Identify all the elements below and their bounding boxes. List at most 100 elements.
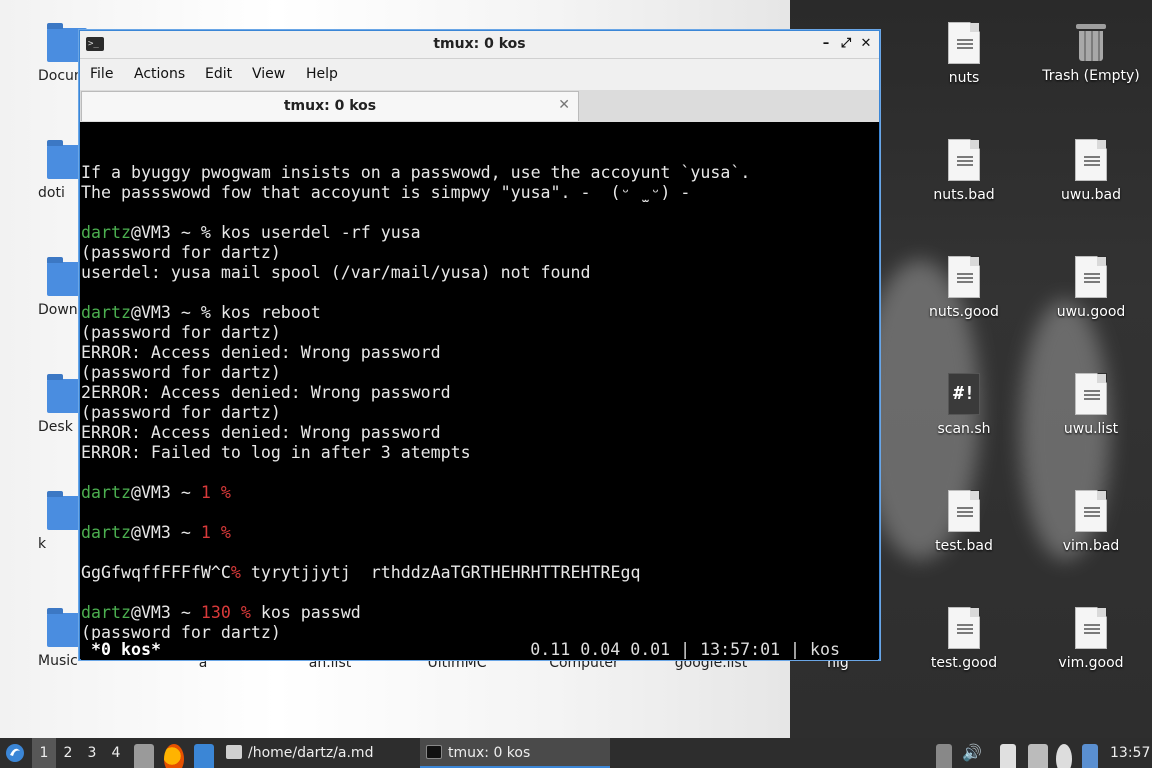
document-icon: [948, 139, 980, 181]
notification-icon[interactable]: [1082, 744, 1098, 768]
terminal-text: ERROR: Access denied: Wrong password: [81, 343, 441, 362]
terminal-text: tyrytjjytj rthddzAaTGRTHEHRHTTREHTREgq: [240, 563, 641, 582]
task-tmux[interactable]: tmux: 0 kos: [420, 738, 610, 768]
terminal-text: (password for dartz): [81, 403, 281, 422]
tab-title: tmux: 0 kos: [283, 98, 377, 114]
minimize-button[interactable]: –: [818, 36, 834, 52]
terminal-text: @VM3 ~: [130, 523, 201, 542]
terminal-line: dartz@VM3 ~ 1 %: [81, 523, 878, 543]
tmux-window-list[interactable]: *0 kos*: [91, 640, 161, 660]
file-manager-icon[interactable]: [134, 744, 154, 768]
taskbar: 1 2 3 4 /home/dartz/a.md tmux: 0 kos 🔊 1…: [0, 738, 1152, 768]
terminal-text: @VM3 ~ % kos userdel -rf yusa: [130, 223, 421, 242]
maximize-button[interactable]: ⤢: [838, 36, 854, 52]
clock[interactable]: 13:57: [1110, 738, 1150, 768]
window-titlebar[interactable]: >_ tmux: 0 kos – ⤢ ✕: [80, 31, 879, 59]
eject-icon[interactable]: [936, 744, 952, 768]
terminal-text: 1 %: [200, 483, 231, 502]
desktop-icon-uwu-list[interactable]: uwu.list: [1036, 373, 1146, 437]
document-icon: [1075, 256, 1107, 298]
task-a-md[interactable]: /home/dartz/a.md: [220, 738, 416, 768]
close-button[interactable]: ✕: [858, 36, 874, 52]
tmux-status-right: 0.11 0.04 0.01 | 13:57:01 | kos: [530, 640, 840, 659]
desktop-icon-trash-empty[interactable]: Trash (Empty): [1036, 22, 1146, 84]
menu-file[interactable]: File: [90, 66, 113, 82]
desktop-icon-label: uwu.good: [1056, 304, 1126, 320]
terminal-line: dartz@VM3 ~ 130 % kos passwd: [81, 603, 878, 623]
volume-icon[interactable]: 🔊: [962, 738, 982, 768]
desktop-icon-label: uwu.bad: [1061, 187, 1121, 203]
desktop-icon-uwu-bad[interactable]: uwu.bad: [1036, 139, 1146, 203]
clipboard-icon[interactable]: [1000, 744, 1016, 768]
document-icon: [948, 607, 980, 649]
start-menu-icon[interactable]: [5, 743, 25, 763]
desktop-icon-label: nuts.good: [929, 304, 999, 320]
show-desktop-icon[interactable]: [194, 744, 214, 768]
desktop-icon-nuts-good[interactable]: nuts.good: [909, 256, 1019, 320]
terminal-line: ERROR: Access denied: Wrong password: [81, 423, 878, 443]
tab-close-icon[interactable]: ✕: [558, 97, 570, 113]
workspace-4[interactable]: 4: [104, 738, 128, 768]
terminal-window[interactable]: >_ tmux: 0 kos – ⤢ ✕ File Actions Edit V…: [79, 30, 880, 660]
terminal-line: userdel: yusa mail spool (/var/mail/yusa…: [81, 263, 878, 283]
terminal-text: dartz: [81, 303, 131, 322]
menu-view[interactable]: View: [252, 66, 285, 82]
terminal-icon: [426, 745, 442, 759]
terminal-text: If a byuggy pwogwam insists on a passwow…: [81, 163, 751, 182]
document-icon: [948, 490, 980, 532]
terminal-text: userdel: yusa mail spool (/var/mail/yusa…: [81, 263, 591, 282]
workspace-2[interactable]: 2: [56, 738, 80, 768]
terminal-text: 1 %: [200, 523, 231, 542]
terminal-text: dartz: [81, 483, 131, 502]
desktop-icon-vim-good[interactable]: vim.good: [1036, 607, 1146, 671]
desktop-icon-uwu-good[interactable]: uwu.good: [1036, 256, 1146, 320]
tab-tmux[interactable]: tmux: 0 kos ✕: [81, 91, 579, 121]
user-icon[interactable]: [1056, 744, 1072, 768]
desktop-icon-label: vim.bad: [1062, 538, 1120, 554]
document-icon: [948, 256, 980, 298]
terminal-text: @VM3 ~: [130, 483, 201, 502]
workspace-3[interactable]: 3: [80, 738, 104, 768]
network-icon[interactable]: [1028, 744, 1048, 768]
desktop-icon-test-good[interactable]: test.good: [909, 607, 1019, 671]
desktop-icon-label: vim.good: [1058, 655, 1124, 671]
menu-actions[interactable]: Actions: [134, 66, 185, 82]
document-icon: [1075, 607, 1107, 649]
terminal-output[interactable]: If a byuggy pwogwam insists on a passwow…: [81, 123, 878, 660]
terminal-line: The passswowd fow that accoyunt is simpw…: [81, 183, 878, 203]
task-label: tmux: 0 kos: [448, 745, 531, 761]
terminal-line: GgGfwqffFFFfW^C% tyrytjjytj rthddzAaTGRT…: [81, 563, 878, 583]
terminal-text: dartz: [81, 603, 131, 622]
terminal-text: 130 %: [200, 603, 251, 622]
menu-edit[interactable]: Edit: [205, 66, 232, 82]
document-icon: [1075, 373, 1107, 415]
desktop-icon-nuts-bad[interactable]: nuts.bad: [909, 139, 1019, 203]
terminal-text: %: [230, 563, 241, 582]
terminal-text: dartz: [81, 523, 131, 542]
menu-help[interactable]: Help: [306, 66, 338, 82]
terminal-text: ERROR: Access denied: Wrong password: [81, 423, 441, 442]
terminal-line: dartz@VM3 ~ 1 %: [81, 483, 878, 503]
terminal-line: 2ERROR: Access denied: Wrong password: [81, 383, 878, 403]
terminal-line: (password for dartz): [81, 323, 878, 343]
desktop-icon-nuts[interactable]: nuts: [909, 22, 1019, 86]
workspace-1[interactable]: 1: [32, 738, 56, 768]
document-icon: [1075, 139, 1107, 181]
desktop-icon-label: Trash (Empty): [1042, 68, 1140, 84]
terminal-line: (password for dartz): [81, 363, 878, 383]
tab-bar: tmux: 0 kos ✕: [80, 90, 879, 122]
terminal-text: ERROR: Failed to log in after 3 atempts: [81, 443, 471, 462]
desktop-icon-test-bad[interactable]: test.bad: [909, 490, 1019, 554]
desktop-icon-vim-bad[interactable]: vim.bad: [1036, 490, 1146, 554]
terminal-line: If a byuggy pwogwam insists on a passwow…: [81, 163, 878, 183]
desktop-icon-label: test.good: [930, 655, 998, 671]
terminal-text: (password for dartz): [81, 323, 281, 342]
terminal-text: @VM3 ~ % kos reboot: [130, 303, 321, 322]
firefox-icon[interactable]: [164, 744, 184, 768]
terminal-text: (password for dartz): [81, 363, 281, 382]
desktop-icon-scan-sh[interactable]: #! scan.sh: [909, 373, 1019, 437]
